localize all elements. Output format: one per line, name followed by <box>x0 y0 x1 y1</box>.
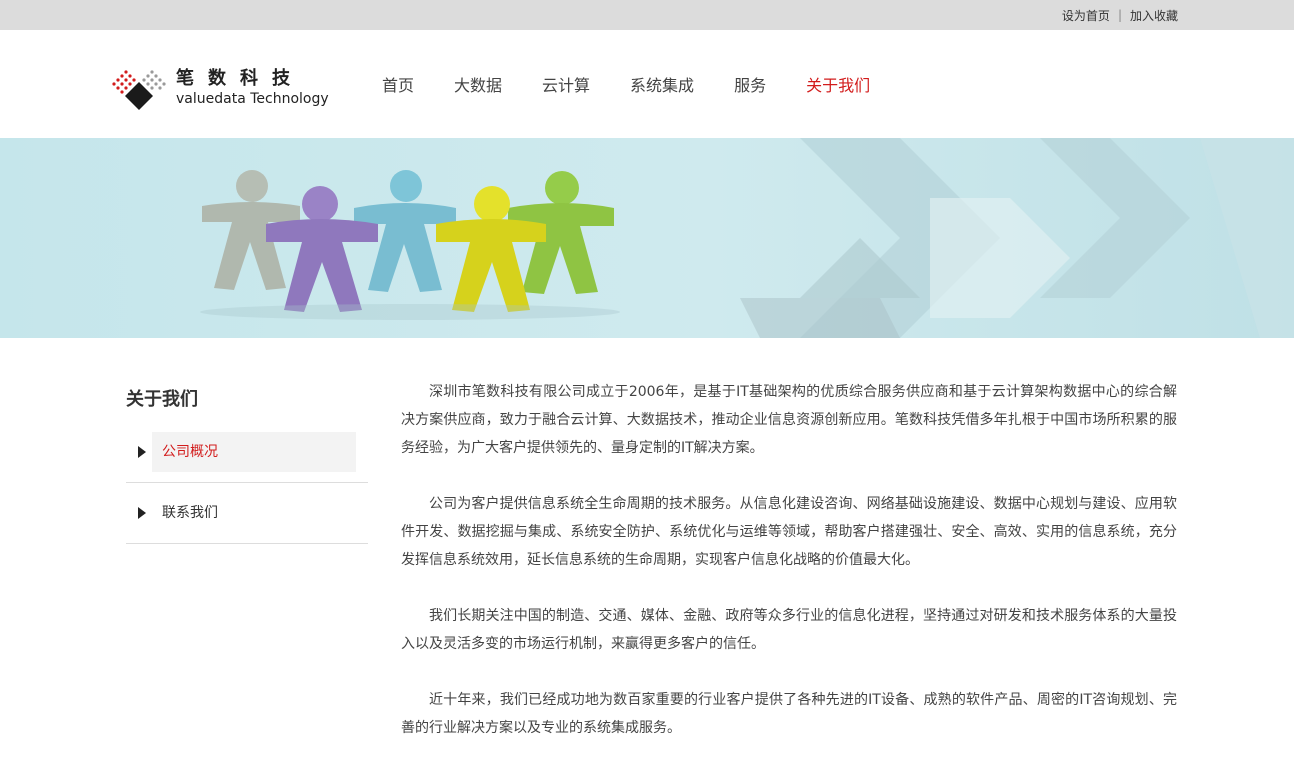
main-nav: 首页 大数据 云计算 系统集成 服务 关于我们 <box>362 30 890 138</box>
nav-item-big-data[interactable]: 大数据 <box>434 72 522 96</box>
sidebar-item-label: 联系我们 <box>162 505 218 521</box>
article-paragraph: 我们长期关注中国的制造、交通、媒体、金融、政府等众多行业的信息化进程，坚持通过对… <box>401 608 1177 652</box>
nav-item-home[interactable]: 首页 <box>362 72 434 96</box>
top-links-separator: | <box>1117 8 1122 22</box>
nav-item-service[interactable]: 服务 <box>714 72 786 96</box>
sidebar-item-company-overview[interactable]: 公司概况 <box>126 422 368 483</box>
logo-cn-name: 笔数科技 <box>176 68 304 89</box>
logo-en-name: valuedata Technology <box>176 91 329 107</box>
sidebar: 关于我们 公司概况 联系我们 <box>126 388 368 544</box>
logo-text: 笔数科技 valuedata Technology <box>176 68 329 108</box>
sidebar-item-contact-us[interactable]: 联系我们 <box>126 483 368 544</box>
bookmark-link[interactable]: 加入收藏 <box>1130 7 1178 24</box>
nav-item-about[interactable]: 关于我们 <box>786 72 890 96</box>
nav-item-cloud[interactable]: 云计算 <box>522 72 610 96</box>
article-paragraph: 近十年来，我们已经成功地为数百家重要的行业客户提供了各种先进的IT设备、成熟的软… <box>401 692 1177 736</box>
article-paragraph: 公司为客户提供信息系统全生命周期的技术服务。从信息化建设咨询、网络基础设施建设、… <box>401 496 1177 568</box>
nav-item-integration[interactable]: 系统集成 <box>610 72 714 96</box>
banner <box>0 138 1294 338</box>
sidebar-title: 关于我们 <box>126 389 198 410</box>
header: 笔数科技 valuedata Technology 首页 大数据 云计算 系统集… <box>0 30 1294 138</box>
sidebar-item-label: 公司概况 <box>152 432 356 472</box>
triangle-right-icon <box>138 507 146 519</box>
logo[interactable]: 笔数科技 valuedata Technology <box>112 66 329 110</box>
article-paragraph: 深圳市笔数科技有限公司成立于2006年，是基于IT基础架构的优质综合服务供应商和… <box>401 384 1177 456</box>
set-home-link[interactable]: 设为首页 <box>1062 7 1110 24</box>
triangle-right-icon <box>138 446 146 458</box>
logo-icon <box>112 66 170 110</box>
top-bar: 设为首页 | 加入收藏 <box>0 0 1294 30</box>
banner-illustration <box>0 138 1294 338</box>
content-area: 关于我们 公司概况 联系我们 深圳市笔数科技有限公司成立于2006年，是基于IT… <box>0 338 1294 758</box>
article: 深圳市笔数科技有限公司成立于2006年，是基于IT基础架构的优质综合服务供应商和… <box>401 378 1177 758</box>
top-links: 设为首页 | 加入收藏 <box>1062 0 1178 30</box>
